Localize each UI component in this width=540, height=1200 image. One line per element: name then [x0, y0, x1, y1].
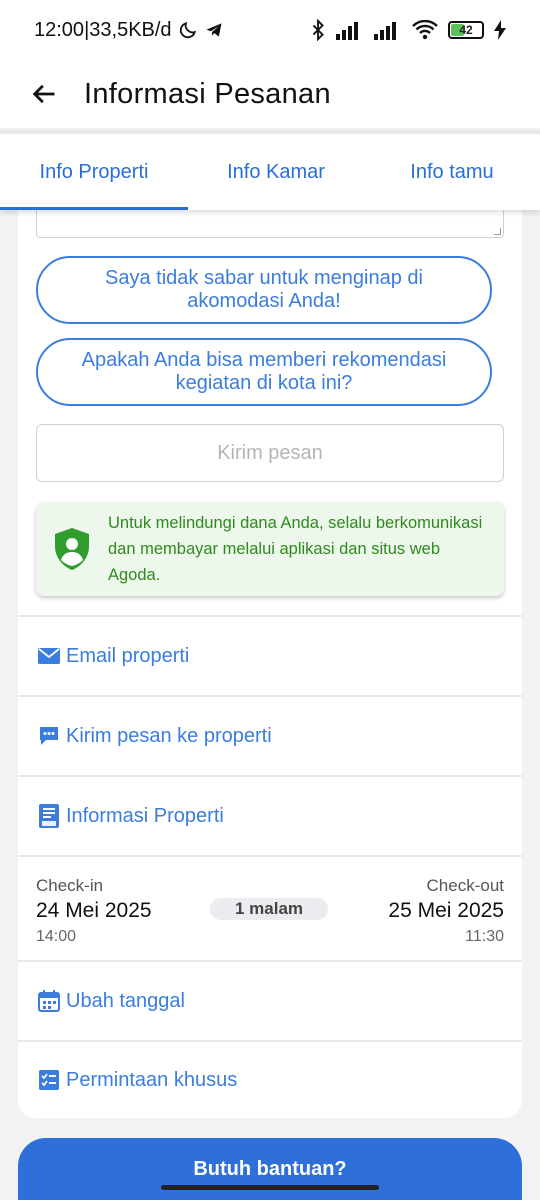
tab-info-properti[interactable]: Info Properti	[0, 134, 188, 210]
status-bar: 12:00 | 33,5KB/d 42	[0, 0, 540, 60]
change-date-row[interactable]: Ubah tanggal	[18, 962, 522, 1040]
charging-icon	[494, 20, 506, 40]
resize-grip-icon[interactable]	[494, 228, 501, 235]
property-info-label: Informasi Properti	[66, 804, 224, 827]
checkout-date: 25 Mei 2025	[388, 899, 504, 922]
back-button[interactable]	[24, 74, 64, 114]
tab-bar: Info Properti Info Kamar Info tamu	[0, 130, 540, 210]
help-button[interactable]: Butuh bantuan?	[18, 1138, 522, 1200]
nights-badge: 1 malam	[210, 898, 328, 920]
telegram-icon	[206, 23, 222, 37]
checklist-icon	[36, 1067, 62, 1093]
special-request-label: Permintaan khusus	[66, 1068, 238, 1091]
email-property-row[interactable]: Email properti	[18, 617, 522, 695]
stay-dates: Check-in 24 Mei 2025 14:00 1 malam Check…	[18, 870, 522, 960]
message-property-label: Kirim pesan ke properti	[66, 724, 272, 747]
checkout-block: Check-out 25 Mei 2025 11:30	[388, 870, 504, 946]
security-notice-text: Untuk melindungi dana Anda, selalu berko…	[108, 514, 483, 584]
property-info-row[interactable]: Informasi Properti	[18, 777, 522, 855]
property-card: Saya tidak sabar untuk menginap di akomo…	[18, 210, 522, 1118]
chat-bubble-icon	[36, 723, 62, 749]
signal-icon	[374, 22, 396, 40]
help-button-label: Butuh bantuan?	[193, 1158, 347, 1180]
divider	[18, 855, 522, 857]
message-textarea[interactable]	[36, 210, 504, 238]
special-request-row[interactable]: Permintaan khusus	[18, 1041, 522, 1118]
battery-level: 42	[459, 23, 473, 37]
security-notice: Untuk melindungi dana Anda, selalu berko…	[36, 502, 504, 596]
status-left: 12:00 | 33,5KB/d	[34, 19, 224, 42]
checkin-date: 24 Mei 2025	[36, 899, 152, 922]
quick-reply-chip[interactable]: Saya tidak sabar untuk menginap di akomo…	[36, 256, 492, 324]
change-date-label: Ubah tanggal	[66, 989, 185, 1012]
page-title: Informasi Pesanan	[84, 77, 331, 110]
signal-icon	[336, 22, 358, 40]
pdf-document-icon	[36, 803, 62, 829]
status-network-speed: 33,5KB/d	[89, 18, 172, 41]
wifi-icon	[412, 20, 438, 40]
tab-info-kamar[interactable]: Info Kamar	[188, 134, 364, 210]
moon-icon	[179, 21, 196, 39]
checkin-block: Check-in 24 Mei 2025 14:00	[36, 870, 152, 946]
status-right: 42	[310, 19, 506, 41]
home-indicator[interactable]	[161, 1185, 379, 1190]
app-bar: Informasi Pesanan	[0, 60, 540, 128]
checkout-time: 11:30	[465, 928, 504, 945]
tab-info-tamu[interactable]: Info tamu	[364, 134, 540, 210]
bluetooth-icon	[312, 19, 324, 41]
email-property-label: Email properti	[66, 644, 190, 667]
status-time: 12:00	[34, 18, 85, 41]
checkin-label: Check-in	[36, 876, 104, 895]
checkout-label: Check-out	[426, 876, 504, 895]
battery-icon: 42	[448, 21, 484, 39]
shield-user-icon	[55, 528, 89, 570]
quick-reply-chip[interactable]: Apakah Anda bisa memberi rekomendasi keg…	[36, 338, 492, 406]
send-message-input[interactable]	[36, 424, 504, 482]
message-property-row[interactable]: Kirim pesan ke properti	[18, 697, 522, 775]
calendar-icon	[36, 988, 62, 1014]
checkin-time: 14:00	[36, 928, 77, 945]
arrow-left-icon	[32, 84, 55, 104]
email-icon	[36, 643, 62, 669]
